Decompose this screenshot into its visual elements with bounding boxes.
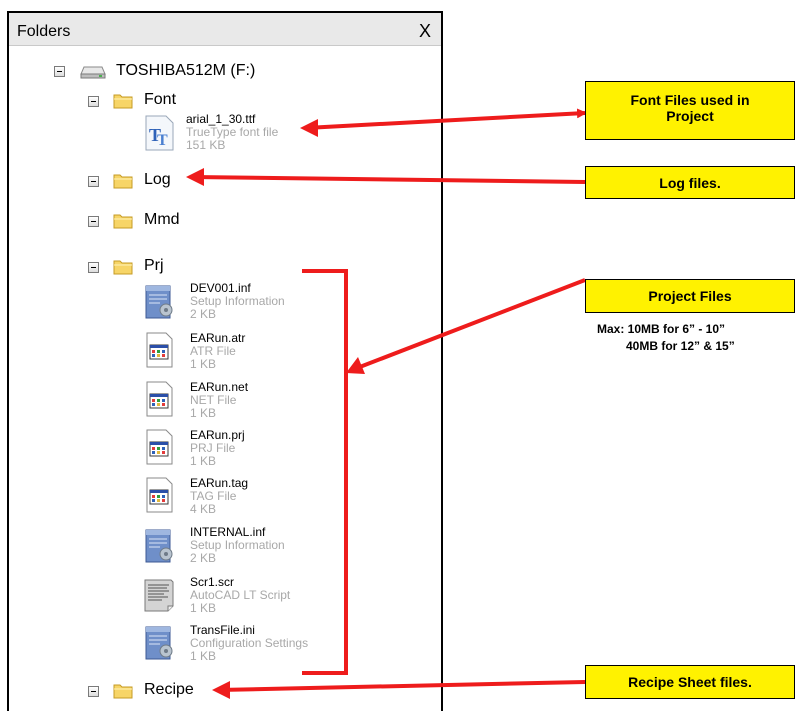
callout-text: Log files. — [659, 175, 721, 191]
prj-files-bracket — [302, 269, 348, 675]
callout-text: Project — [666, 108, 714, 124]
log-files-arrow — [191, 175, 586, 184]
project-max-note: Max: 10MB for 6” - 10” — [597, 322, 726, 336]
project-max-note: 40MB for 12” & 15” — [626, 339, 735, 353]
font-files-arrow — [305, 108, 587, 130]
recipe-files-arrowhead — [212, 681, 230, 699]
recipe-files-arrow — [217, 680, 586, 692]
callout-text: Project Files — [648, 288, 732, 304]
recipe-files-callout: Recipe Sheet files. — [585, 665, 795, 699]
font-files-callout: Font Files used in Project — [585, 81, 795, 140]
callout-text: Recipe Sheet files. — [628, 674, 752, 690]
project-files-arrow — [351, 278, 586, 372]
project-files-callout: Project Files — [585, 279, 795, 313]
callout-text: Font Files used in — [630, 92, 750, 108]
font-files-arrowhead — [300, 119, 318, 137]
log-files-arrowhead — [186, 168, 204, 186]
log-files-callout: Log files. — [585, 166, 795, 199]
